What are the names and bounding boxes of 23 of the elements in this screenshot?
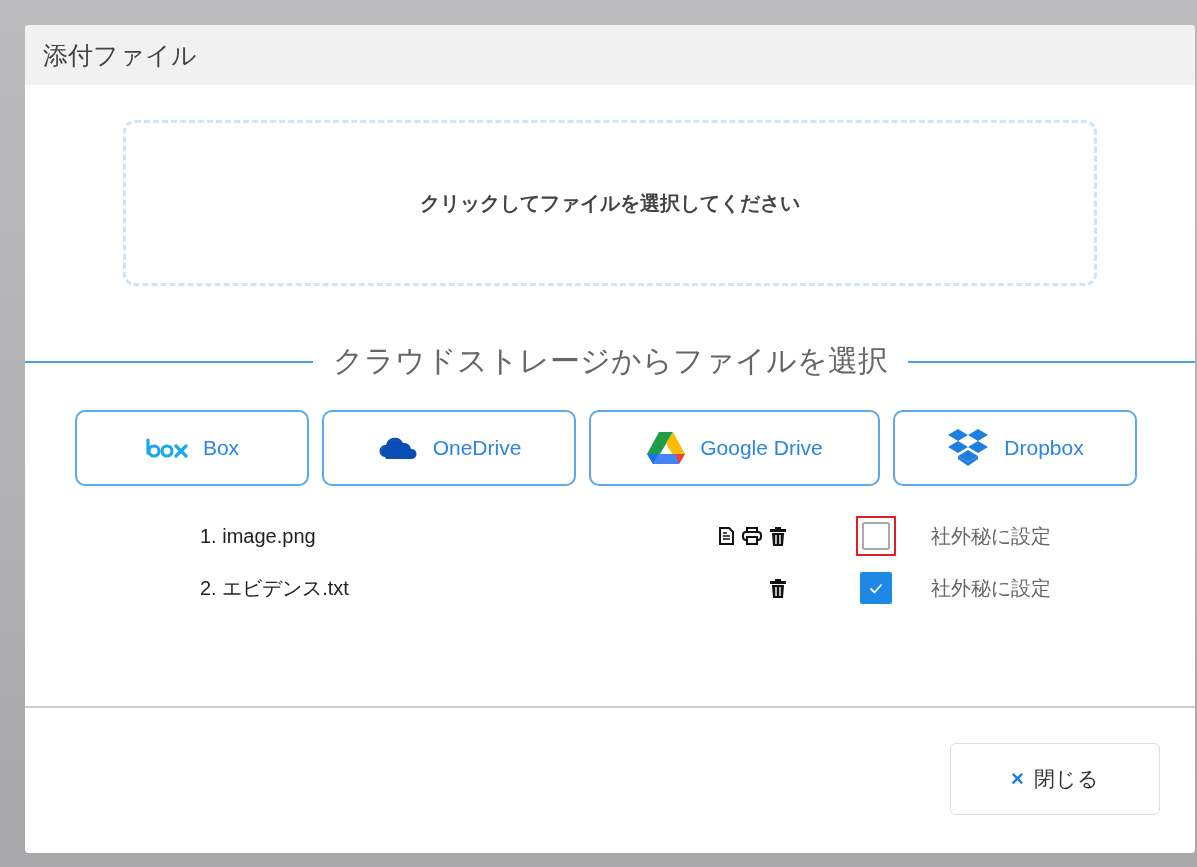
cloud-storage-button[interactable]: Box <box>75 410 309 486</box>
box-logo-icon <box>144 438 189 458</box>
checkbox[interactable] <box>860 572 892 604</box>
cloud-storage-button[interactable]: OneDrive <box>322 410 576 486</box>
file-name[interactable]: 1. image.png <box>200 524 694 548</box>
checkbox-label: 社外秘に設定 <box>931 523 1051 549</box>
file-drop-zone[interactable]: クリックしてファイルを選択してください <box>123 120 1097 286</box>
trash-icon[interactable] <box>770 578 786 598</box>
checkbox[interactable] <box>862 522 890 550</box>
cloud-storage-button[interactable]: Google Drive <box>589 410 880 486</box>
cloud-storage-button[interactable]: Dropbox <box>893 410 1137 486</box>
section-title: クラウドストレージからファイルを選択 <box>332 343 888 379</box>
dialog-title: 添付ファイル <box>43 39 197 71</box>
printer-icon[interactable] <box>742 526 762 546</box>
close-icon: × <box>1011 766 1024 792</box>
drive-logo-icon <box>646 430 687 466</box>
cloud-icon <box>376 435 419 461</box>
checkbox-label: 社外秘に設定 <box>931 575 1051 601</box>
file-name[interactable]: 2. エビデンス.txt <box>200 574 694 602</box>
document-icon[interactable] <box>719 526 734 546</box>
check-icon <box>869 582 883 594</box>
trash-icon[interactable] <box>770 526 786 546</box>
close-button[interactable]: × 閉じる <box>950 743 1160 815</box>
